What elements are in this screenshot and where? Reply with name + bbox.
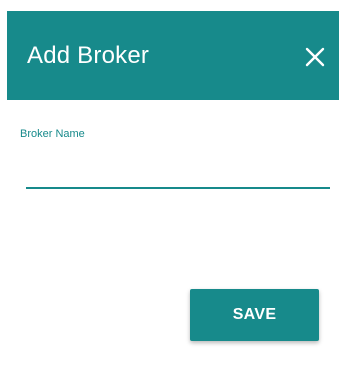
close-button[interactable]: [302, 44, 328, 70]
save-button[interactable]: SAVE: [190, 289, 319, 341]
add-broker-dialog: Add Broker Broker Name SAVE: [0, 0, 347, 369]
dialog-title: Add Broker: [27, 42, 150, 69]
close-icon: [305, 47, 325, 67]
dialog-header: Add Broker: [7, 11, 339, 100]
broker-name-input[interactable]: [26, 157, 330, 189]
broker-name-field: Broker Name: [20, 127, 330, 197]
broker-name-label: Broker Name: [20, 128, 85, 140]
